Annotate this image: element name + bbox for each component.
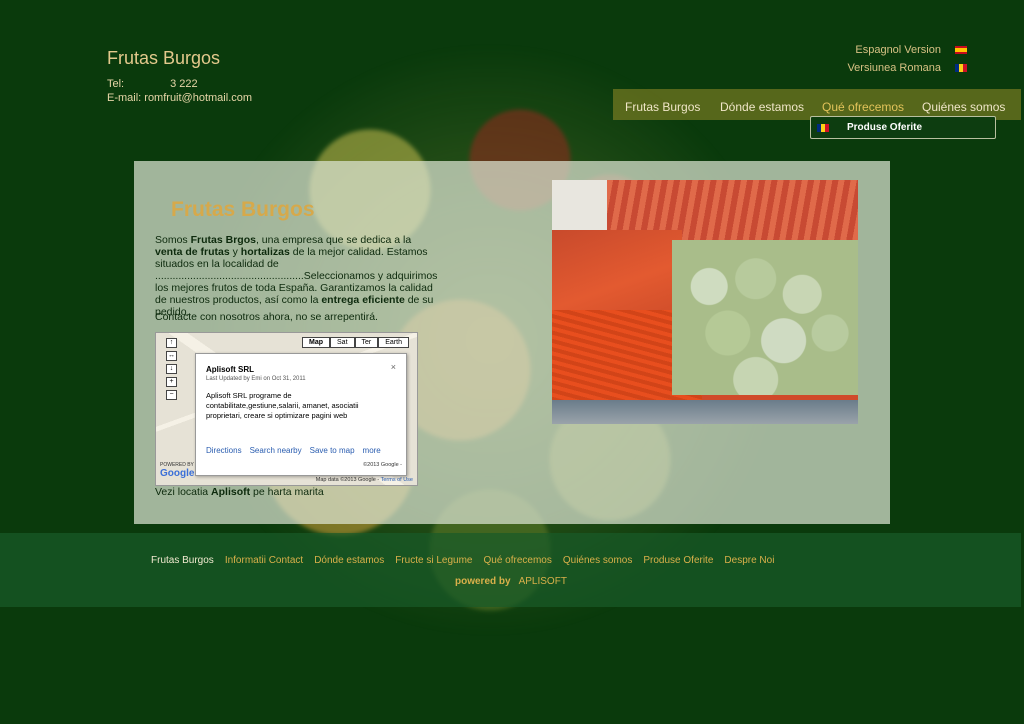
- pan-down-icon[interactable]: ↓: [166, 364, 177, 374]
- lang-spanish-label: Espagnol Version: [855, 44, 941, 56]
- search-nearby-link[interactable]: Search nearby: [250, 446, 302, 455]
- lang-romanian-link[interactable]: Versiunea Romana: [847, 62, 967, 74]
- footer-link[interactable]: Dónde estamos: [314, 555, 384, 566]
- info-title: Aplisoft SRL: [206, 365, 254, 374]
- info-updated: Last Updated by Emi on Oct 31, 2011: [206, 376, 306, 382]
- map-info-window: Aplisoft SRL Last Updated by Emi on Oct …: [195, 353, 407, 476]
- contact-info: Tel: 3 222 E-mail: romfruit@hotmail.com: [107, 77, 252, 105]
- footer-link[interactable]: Informatii Contact: [225, 555, 303, 566]
- map-type-earth[interactable]: Earth: [378, 337, 409, 348]
- map-credit: Map data ©2013 Google - Terms of Use: [315, 477, 413, 483]
- nav-item-frutas-burgos[interactable]: Frutas Burgos: [625, 100, 700, 114]
- submenu-label: Produse Oferite: [847, 122, 923, 133]
- tel-number: 3 222: [170, 78, 198, 90]
- map-type-buttons: Map Sat Ter Earth: [302, 337, 409, 348]
- tel-label: Tel:: [107, 78, 125, 90]
- site-brand[interactable]: Frutas Burgos: [107, 48, 220, 69]
- contact-cta: Contacte con nosotros ahora, no se arrep…: [155, 311, 378, 323]
- nav-item-que-ofrecemos[interactable]: Qué ofrecemos: [822, 100, 904, 114]
- pan-up-icon[interactable]: ↑: [166, 338, 177, 348]
- footer-link[interactable]: Qué ofrecemos: [484, 555, 552, 566]
- romania-flag-icon: [955, 64, 967, 72]
- terms-of-use-link[interactable]: Terms of Use: [381, 477, 413, 483]
- description-text: Somos Frutas Brgos, una empresa que se d…: [155, 234, 438, 318]
- google-logo: POWERED BY Google: [160, 462, 195, 479]
- nav-item-donde-estamos[interactable]: Dónde estamos: [720, 100, 804, 114]
- nav-item-quienes-somos[interactable]: Quiénes somos: [922, 100, 1005, 114]
- info-links: Directions Search nearby Save to map mor…: [206, 446, 381, 455]
- map-type-ter[interactable]: Ter: [354, 337, 379, 348]
- map-zoom-controls[interactable]: ↑ ↔ ↓ + −: [166, 338, 177, 400]
- produce-photo: [552, 180, 858, 424]
- email-text: E-mail: romfruit@hotmail.com: [107, 92, 253, 104]
- map-type-sat[interactable]: Sat: [330, 337, 355, 348]
- zoom-in-icon[interactable]: +: [166, 377, 177, 387]
- submenu-produse-oferite[interactable]: Produse Oferite: [810, 116, 996, 139]
- powered-label: powered by: [455, 576, 511, 587]
- page-title: Frutas Burgos: [171, 198, 315, 221]
- footer: [0, 533, 1021, 607]
- romania-flag-icon: [817, 123, 829, 132]
- footer-link[interactable]: Despre Noi: [724, 555, 774, 566]
- map-type-map[interactable]: Map: [302, 337, 331, 348]
- powered-by: powered by APLISOFT: [455, 576, 567, 587]
- lang-spanish-link[interactable]: Espagnol Version: [855, 44, 967, 56]
- info-copyright: ©2013 Google -: [363, 462, 402, 468]
- zoom-out-icon[interactable]: −: [166, 390, 177, 400]
- spain-flag-icon: [955, 46, 967, 54]
- info-body: Aplisoft SRL programe de contabilitate,g…: [206, 391, 359, 420]
- footer-link[interactable]: Quiénes somos: [563, 555, 632, 566]
- powered-link[interactable]: APLISOFT: [519, 576, 567, 587]
- more-link[interactable]: more: [363, 446, 381, 455]
- footer-link[interactable]: Produse Oferite: [643, 555, 713, 566]
- directions-link[interactable]: Directions: [206, 446, 242, 455]
- pan-left-right-icon[interactable]: ↔: [166, 351, 177, 361]
- footer-link[interactable]: Fructe si Legume: [395, 555, 472, 566]
- lang-romanian-label: Versiunea Romana: [847, 62, 941, 74]
- footer-nav: Frutas Burgos Informatii Contact Dónde e…: [151, 555, 774, 566]
- footer-link[interactable]: Frutas Burgos: [151, 555, 214, 566]
- map-caption[interactable]: Vezi locatia Aplisoft pe harta marita: [155, 486, 324, 498]
- save-to-map-link[interactable]: Save to map: [310, 446, 355, 455]
- close-icon[interactable]: ×: [391, 362, 396, 372]
